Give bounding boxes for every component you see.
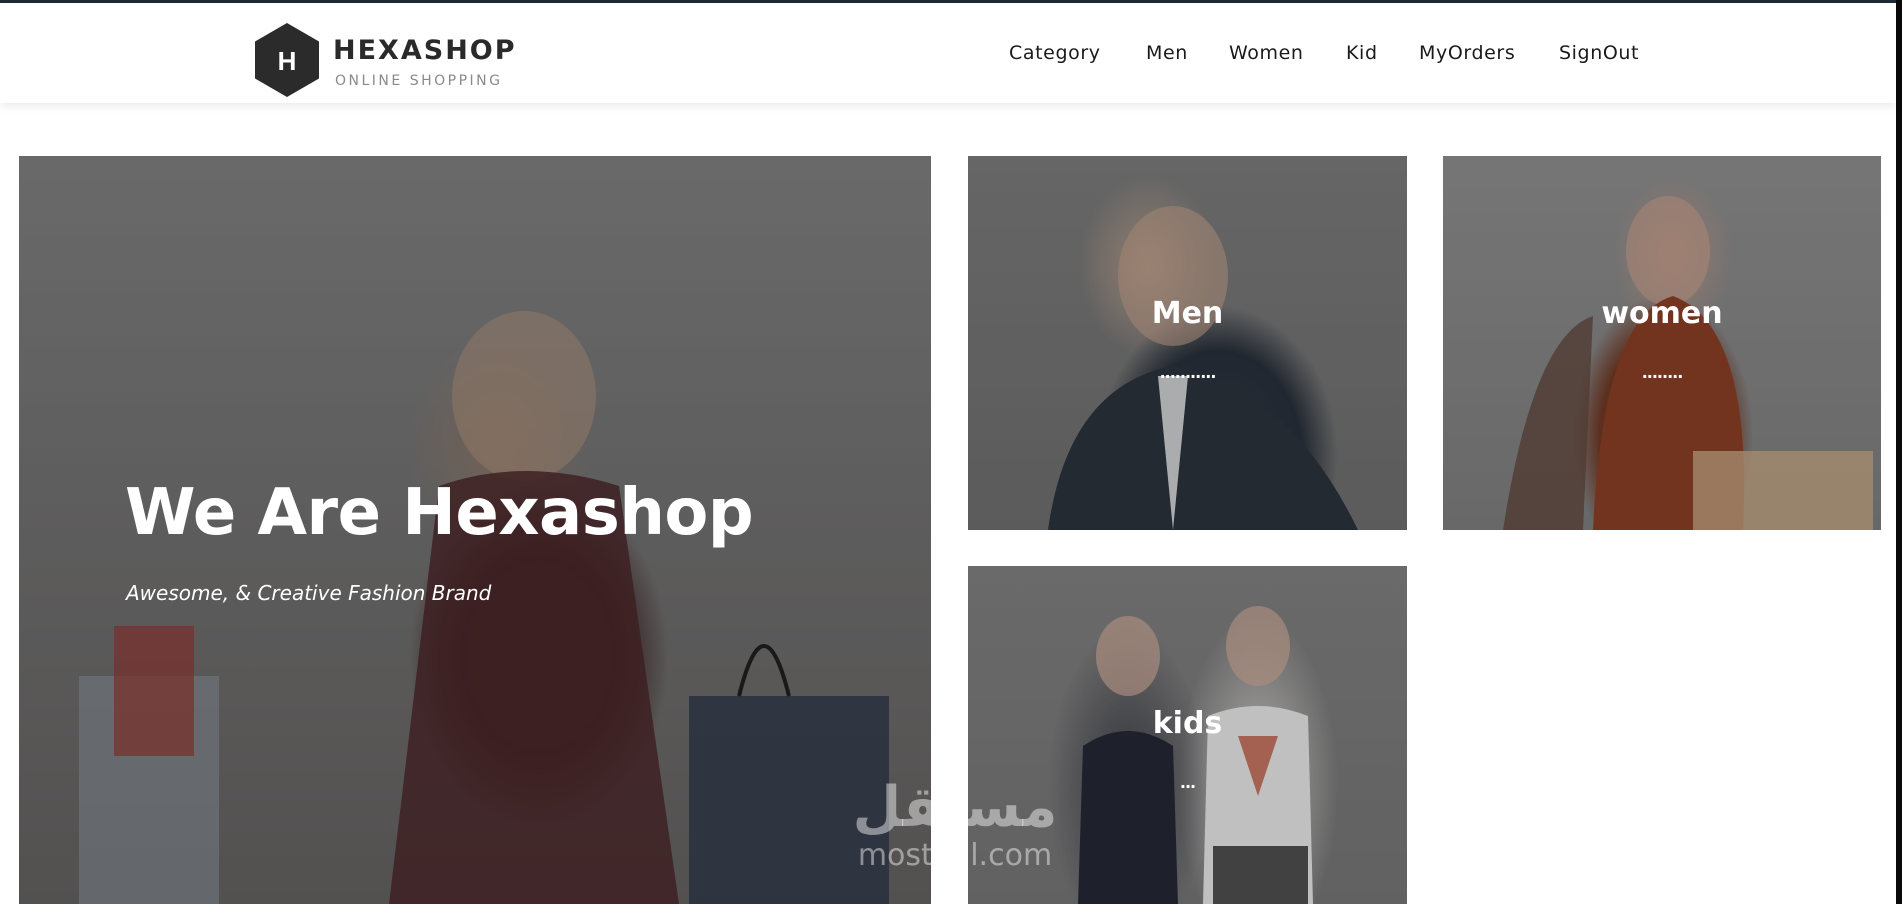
- hero-title: We Are Hexashop: [125, 476, 754, 550]
- women-card-title: women: [1601, 296, 1723, 331]
- category-card-men[interactable]: Men ...........: [968, 156, 1407, 530]
- nav-kid[interactable]: Kid: [1346, 42, 1378, 64]
- women-overlay: [1443, 156, 1881, 530]
- watermark-arabic: مستقل: [852, 775, 1058, 840]
- brand-name: HEXASHOP: [333, 35, 517, 66]
- nav-signout[interactable]: SignOut: [1559, 42, 1639, 64]
- scrollbar[interactable]: [1896, 0, 1902, 904]
- logo[interactable]: H HEXASHOP ONLINE SHOPPING: [255, 23, 515, 103]
- men-card-title: Men: [1151, 296, 1224, 331]
- men-card-dots: ...........: [1159, 363, 1217, 382]
- kids-card-title: kids: [1152, 706, 1223, 741]
- nav-women[interactable]: Women: [1229, 42, 1304, 64]
- brand-tagline: ONLINE SHOPPING: [335, 73, 503, 89]
- men-overlay: [968, 156, 1407, 530]
- hero-banner: We Are Hexashop Awesome, & Creative Fash…: [19, 156, 931, 904]
- nav-category[interactable]: Category: [1009, 42, 1101, 64]
- nav-myorders[interactable]: MyOrders: [1419, 42, 1515, 64]
- logo-letter: H: [278, 46, 297, 76]
- watermark: مستقل mostaql.com: [835, 778, 1075, 888]
- nav-men[interactable]: Men: [1146, 42, 1188, 64]
- hexagon-logo-icon: H: [255, 23, 319, 97]
- category-card-women[interactable]: women ........: [1443, 156, 1881, 530]
- watermark-latin: mostaql.com: [857, 838, 1053, 873]
- women-card-dots: ........: [1641, 363, 1684, 382]
- hero-subtitle: Awesome, & Creative Fashion Brand: [126, 581, 492, 605]
- site-header: H HEXASHOP ONLINE SHOPPING Category Men …: [0, 3, 1896, 103]
